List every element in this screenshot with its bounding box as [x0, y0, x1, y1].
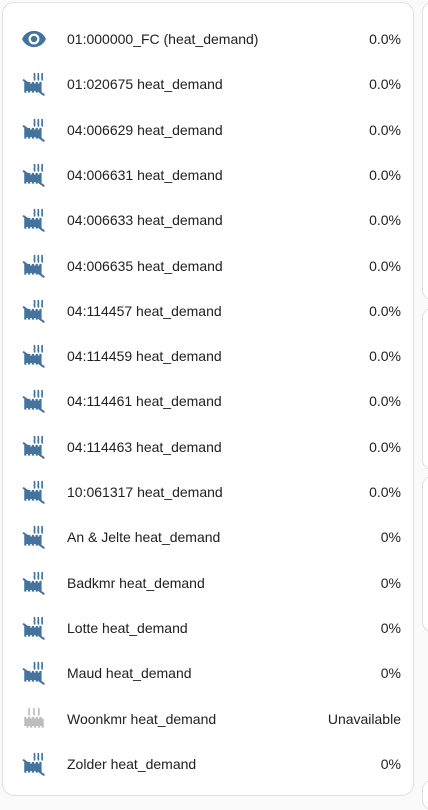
adjacent-card [422, 780, 428, 810]
radiator-off-icon [21, 524, 47, 550]
entity-state: 0.0% [369, 438, 401, 455]
entity-state: Unavailable [327, 710, 401, 727]
entity-state: 0.0% [369, 348, 401, 365]
radiator-off-icon [21, 660, 47, 686]
entity-row[interactable]: 10:061317 heat_demand 0.0% [3, 470, 413, 515]
entity-name: 04:006633 heat_demand [67, 212, 223, 229]
entity-name: 04:006631 heat_demand [67, 166, 223, 183]
entity-row[interactable]: 04:114461 heat_demand 0.0% [3, 379, 413, 424]
entity-state: 0% [380, 619, 401, 636]
radiator-off-icon [21, 343, 47, 369]
entity-row[interactable]: 01:020675 heat_demand 0.0% [3, 62, 413, 107]
radiator-off-icon [21, 71, 47, 97]
entity-state: 0% [380, 665, 401, 682]
entity-row[interactable]: Badkmr heat_demand 0% [3, 561, 413, 606]
entity-name: 01:000000_FC (heat_demand) [67, 31, 259, 47]
entity-name: 01:020675 heat_demand [67, 76, 223, 93]
entity-state: 0.0% [369, 31, 401, 47]
entity-state: 0.0% [369, 484, 401, 500]
radiator-off-icon [21, 434, 47, 460]
entity-name: Zolder heat_demand [67, 755, 197, 772]
entity-state: 0% [380, 755, 401, 772]
entity-state: 0.0% [369, 76, 401, 93]
radiator-off-icon [21, 479, 47, 505]
radiator-off-icon [21, 615, 47, 641]
entity-name: Badkmr heat_demand [67, 574, 205, 591]
entity-name: An & Jelte heat_demand [67, 529, 221, 546]
entity-row[interactable]: Woonkmr heat_demand Unavailable [3, 697, 413, 742]
radiator-icon [21, 706, 47, 732]
entity-row[interactable]: 04:006635 heat_demand 0.0% [3, 244, 413, 289]
entity-name: Lotte heat_demand [67, 619, 188, 636]
entity-row[interactable]: 04:114457 heat_demand 0.0% [3, 289, 413, 334]
entity-name: 04:114459 heat_demand [67, 348, 222, 365]
entity-row[interactable]: 01:000000_FC (heat_demand) 0.0% [3, 17, 413, 62]
entity-name: 04:114461 heat_demand [67, 393, 222, 410]
radiator-off-icon [21, 298, 47, 324]
entity-state: 0.0% [369, 393, 401, 410]
entity-row[interactable]: 04:114463 heat_demand 0.0% [3, 425, 413, 470]
entity-name: 04:006629 heat_demand [67, 121, 223, 138]
entity-state: 0% [380, 574, 401, 591]
radiator-off-icon [21, 162, 47, 188]
entity-state: 0.0% [369, 302, 401, 319]
radiator-off-icon [21, 570, 47, 596]
radiator-off-icon [21, 207, 47, 233]
entity-state: 0.0% [369, 212, 401, 229]
entities-card: 01:000000_FC (heat_demand) 0.0% 01:020675 … [2, 2, 414, 796]
entity-name: 10:061317 heat_demand [67, 484, 223, 500]
entity-name: 04:114457 heat_demand [67, 302, 222, 319]
adjacent-card [422, 308, 428, 470]
entity-name: 04:114463 heat_demand [67, 438, 222, 455]
radiator-off-icon [21, 751, 47, 777]
entity-row[interactable]: 04:114459 heat_demand 0.0% [3, 334, 413, 379]
entity-row[interactable]: An & Jelte heat_demand 0% [3, 515, 413, 560]
eye-icon [21, 26, 47, 52]
entity-state: 0.0% [369, 257, 401, 274]
entity-state: 0.0% [369, 121, 401, 138]
entity-row[interactable]: Zolder heat_demand 0% [3, 742, 413, 787]
entity-name: Maud heat_demand [67, 665, 192, 682]
entity-row[interactable]: Maud heat_demand 0% [3, 651, 413, 696]
adjacent-card [422, 2, 428, 300]
entity-state: 0% [380, 529, 401, 546]
entity-row[interactable]: Lotte heat_demand 0% [3, 606, 413, 651]
entity-name: 04:006635 heat_demand [67, 257, 223, 274]
entity-row[interactable]: 04:006629 heat_demand 0.0% [3, 108, 413, 153]
radiator-off-icon [21, 253, 47, 279]
adjacent-card [422, 476, 428, 632]
radiator-off-icon [21, 388, 47, 414]
entity-state: 0.0% [369, 166, 401, 183]
entity-name: Woonkmr heat_demand [67, 710, 217, 727]
radiator-off-icon [21, 117, 47, 143]
entity-row[interactable]: 04:006633 heat_demand 0.0% [3, 198, 413, 243]
entity-row[interactable]: 04:006631 heat_demand 0.0% [3, 153, 413, 198]
